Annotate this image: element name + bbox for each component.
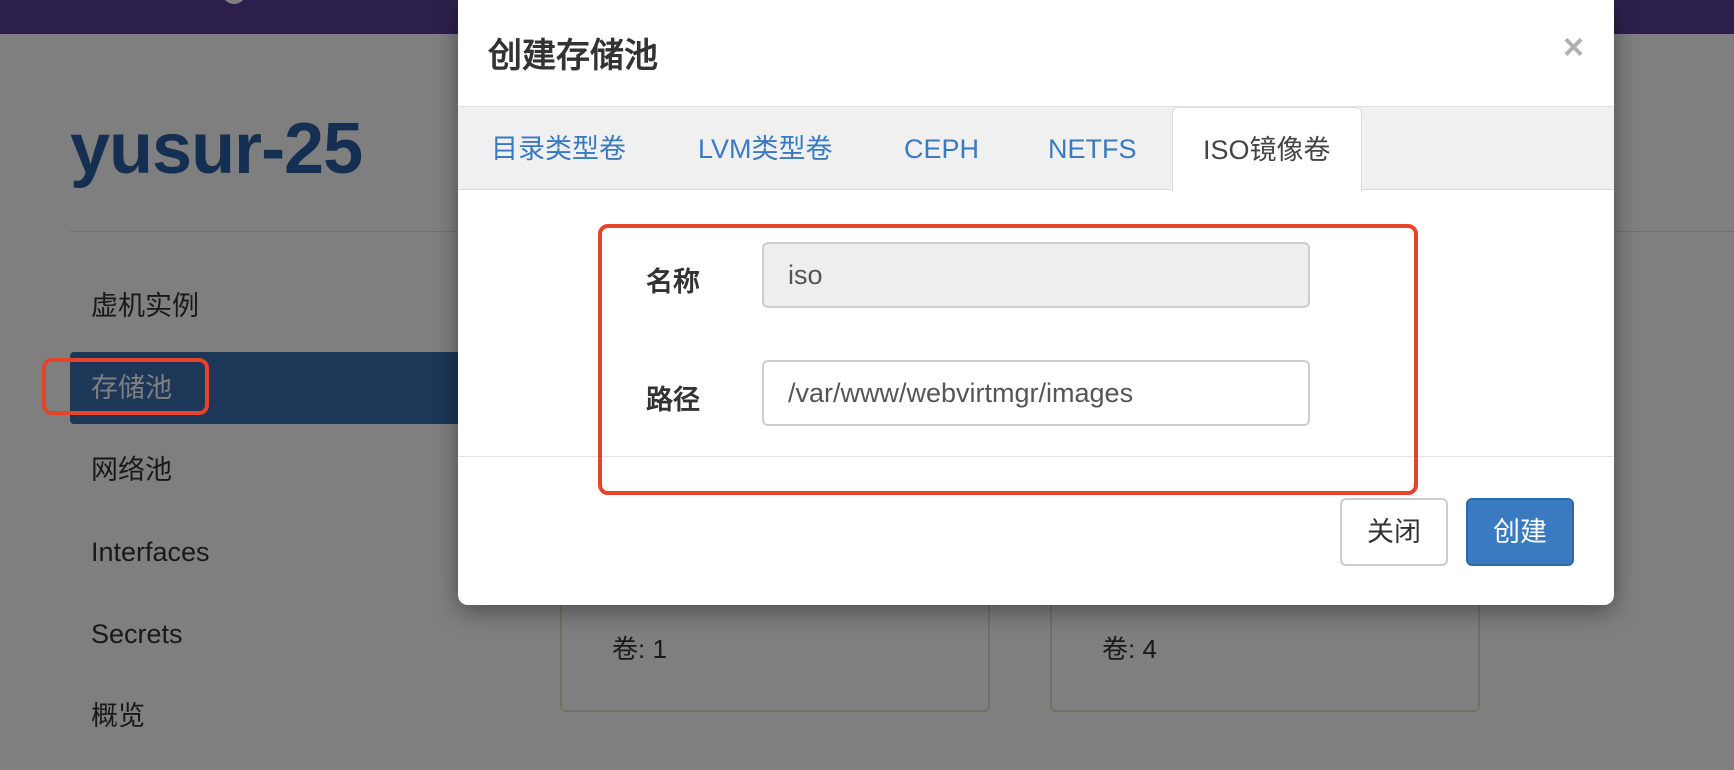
pool-type-tabs: 目录类型卷 LVM类型卷 CEPH NETFS ISO镜像卷	[458, 106, 1614, 192]
close-icon[interactable]: ×	[1563, 26, 1584, 68]
annotation-highlight-form	[598, 224, 1418, 495]
tab-lvm[interactable]: LVM类型卷	[698, 107, 833, 191]
create-button[interactable]: 创建	[1466, 498, 1574, 566]
tab-directory[interactable]: 目录类型卷	[491, 107, 626, 191]
tab-netfs[interactable]: NETFS	[1048, 107, 1137, 191]
create-storage-pool-dialog: 创建存储池 × 目录类型卷 LVM类型卷 CEPH NETFS ISO镜像卷 名…	[458, 0, 1614, 605]
modal-title: 创建存储池	[488, 37, 658, 75]
tab-iso[interactable]: ISO镜像卷	[1172, 107, 1362, 192]
tab-ceph[interactable]: CEPH	[904, 107, 979, 191]
close-button[interactable]: 关闭	[1340, 498, 1448, 566]
annotation-highlight-sidebar	[42, 358, 209, 415]
modal-header: 创建存储池 ×	[458, 0, 1614, 106]
